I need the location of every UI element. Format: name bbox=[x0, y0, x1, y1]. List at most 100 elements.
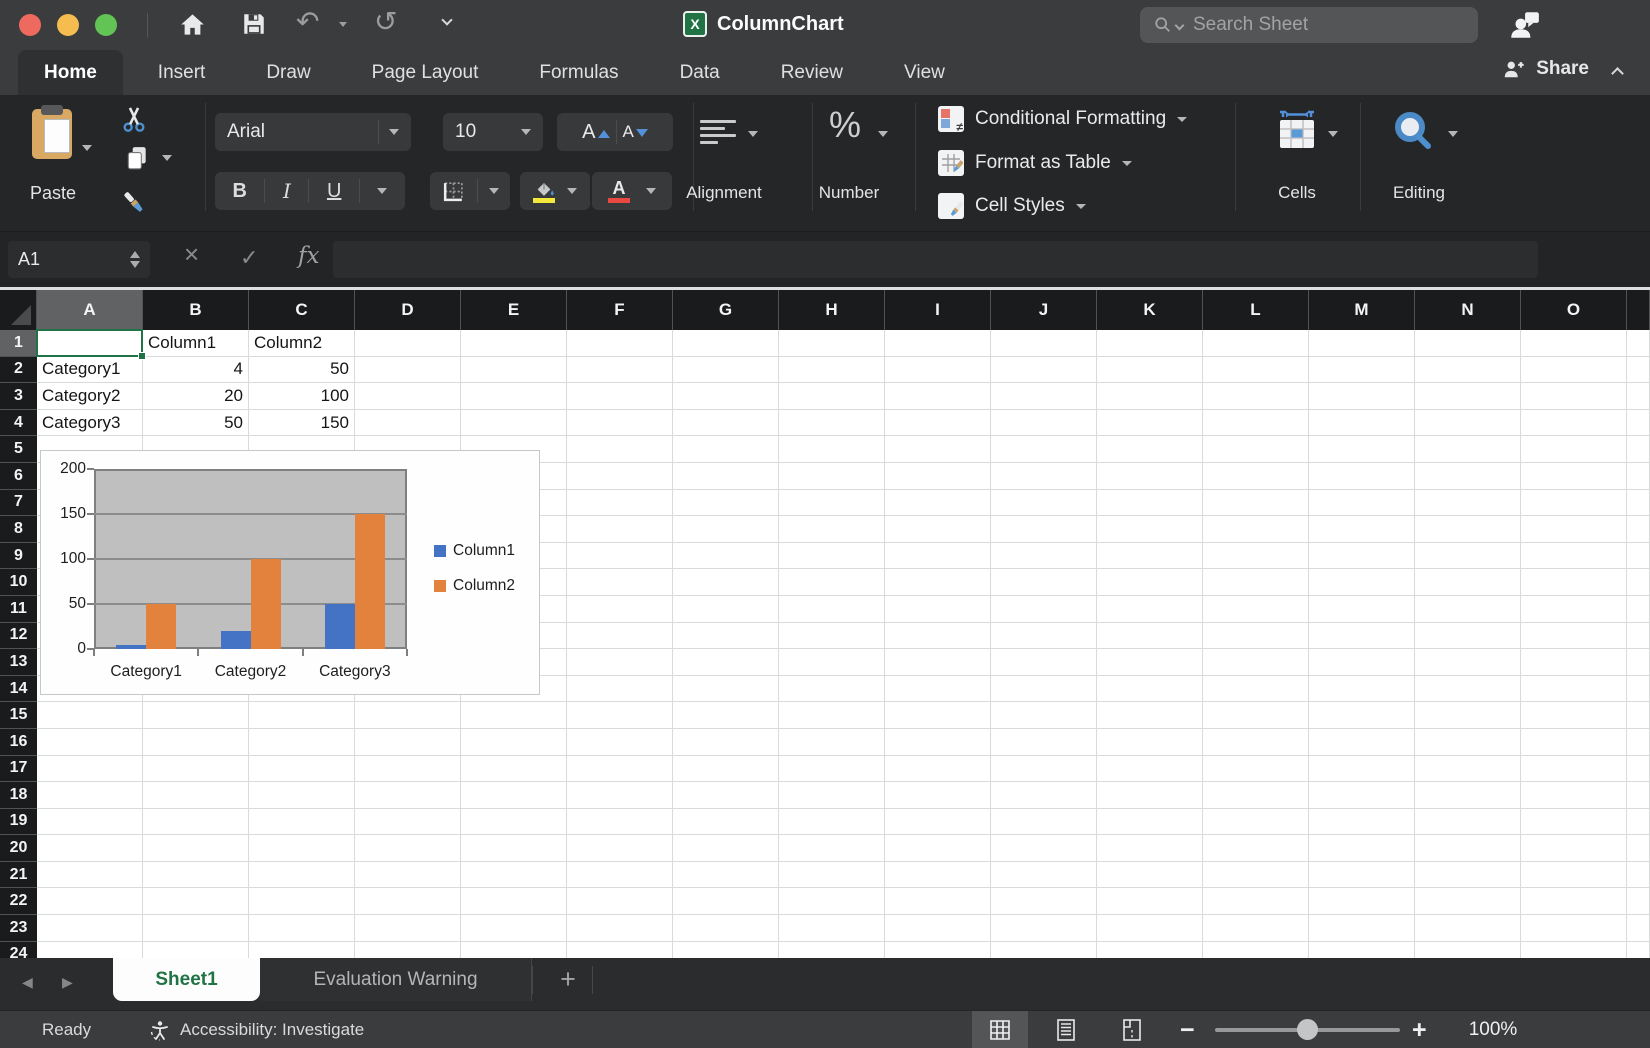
accessibility-status-label[interactable]: Accessibility: Investigate bbox=[180, 1011, 364, 1048]
grid-cell-h10[interactable] bbox=[779, 569, 885, 596]
zoom-in-button[interactable]: + bbox=[1412, 1011, 1427, 1048]
maximize-window-button[interactable] bbox=[95, 14, 117, 36]
cells-group-label[interactable]: Cells bbox=[1247, 183, 1347, 203]
grid-cell-i21[interactable] bbox=[885, 862, 991, 889]
grid-cell-c21[interactable] bbox=[249, 862, 355, 889]
grid-cell-k10[interactable] bbox=[1097, 569, 1203, 596]
grid-cell-l6[interactable] bbox=[1203, 463, 1309, 490]
grid-cell-a21[interactable] bbox=[37, 862, 143, 889]
grid-cell-k12[interactable] bbox=[1097, 623, 1203, 650]
grid-cell-j2[interactable] bbox=[991, 357, 1097, 384]
grid-cell-partial[interactable] bbox=[1627, 357, 1650, 384]
grid-cell-f22[interactable] bbox=[567, 888, 673, 915]
insert-function-icon[interactable]: fx bbox=[298, 242, 319, 270]
grid-cell-j6[interactable] bbox=[991, 463, 1097, 490]
grid-cell-partial[interactable] bbox=[1627, 835, 1650, 862]
alignment-icon[interactable] bbox=[700, 120, 736, 148]
grid-cell-a24[interactable] bbox=[37, 942, 143, 958]
grid-cell-k18[interactable] bbox=[1097, 782, 1203, 809]
grid-cell-partial[interactable] bbox=[1627, 330, 1650, 357]
grid-cell-g10[interactable] bbox=[673, 569, 779, 596]
grid-cell-partial[interactable] bbox=[1627, 942, 1650, 958]
grid-cell-d17[interactable] bbox=[355, 756, 461, 783]
grid-cell-m9[interactable] bbox=[1309, 543, 1415, 570]
grid-cell-i8[interactable] bbox=[885, 516, 991, 543]
grid-cell-o8[interactable] bbox=[1521, 516, 1627, 543]
grid-cell-h9[interactable] bbox=[779, 543, 885, 570]
grid-cell-n22[interactable] bbox=[1415, 888, 1521, 915]
grid-cell-m10[interactable] bbox=[1309, 569, 1415, 596]
grid-cell-j19[interactable] bbox=[991, 809, 1097, 836]
format-as-table-button[interactable]: Format as Table bbox=[938, 145, 1132, 181]
grid-cell-m14[interactable] bbox=[1309, 676, 1415, 703]
grid-cell-d4[interactable] bbox=[355, 410, 461, 437]
grid-cell-f1[interactable] bbox=[567, 330, 673, 357]
row-header-21[interactable]: 21 bbox=[0, 862, 37, 889]
grid-cell-a23[interactable] bbox=[37, 915, 143, 942]
grid-cell-a15[interactable] bbox=[37, 702, 143, 729]
grid-cell-a17[interactable] bbox=[37, 756, 143, 783]
grid-cell-o22[interactable] bbox=[1521, 888, 1627, 915]
grid-cell-o10[interactable] bbox=[1521, 569, 1627, 596]
grid-cell-l7[interactable] bbox=[1203, 490, 1309, 517]
tab-review[interactable]: Review bbox=[755, 50, 869, 95]
grid-cell-o4[interactable] bbox=[1521, 410, 1627, 437]
grid-cell-m13[interactable] bbox=[1309, 649, 1415, 676]
grid-cell-partial[interactable] bbox=[1627, 596, 1650, 623]
grid-cell-e18[interactable] bbox=[461, 782, 567, 809]
grid-cell-m11[interactable] bbox=[1309, 596, 1415, 623]
grid-cell-m22[interactable] bbox=[1309, 888, 1415, 915]
grid-cell-o9[interactable] bbox=[1521, 543, 1627, 570]
grid-cell-c2[interactable]: 50 bbox=[249, 357, 355, 384]
grid-cell-o23[interactable] bbox=[1521, 915, 1627, 942]
grid-cell-i22[interactable] bbox=[885, 888, 991, 915]
grid-cell-g15[interactable] bbox=[673, 702, 779, 729]
grid-cell-i5[interactable] bbox=[885, 436, 991, 463]
grid-cell-e4[interactable] bbox=[461, 410, 567, 437]
grid-cell-n8[interactable] bbox=[1415, 516, 1521, 543]
grid-cell-j18[interactable] bbox=[991, 782, 1097, 809]
column-header-j[interactable]: J bbox=[991, 290, 1097, 330]
grid-cell-e3[interactable] bbox=[461, 383, 567, 410]
grid-cell-g5[interactable] bbox=[673, 436, 779, 463]
enter-icon[interactable]: ✓ bbox=[240, 244, 258, 272]
grid-cell-a2[interactable]: Category1 bbox=[37, 357, 143, 384]
row-header-18[interactable]: 18 bbox=[0, 782, 37, 809]
select-all-corner[interactable] bbox=[0, 290, 37, 330]
grid-cell-l17[interactable] bbox=[1203, 756, 1309, 783]
grid-cell-g14[interactable] bbox=[673, 676, 779, 703]
grid-cell-n19[interactable] bbox=[1415, 809, 1521, 836]
column-header-h[interactable]: H bbox=[779, 290, 885, 330]
grid-cell-i2[interactable] bbox=[885, 357, 991, 384]
grid-cell-l9[interactable] bbox=[1203, 543, 1309, 570]
number-caret[interactable] bbox=[878, 131, 888, 137]
grid-cell-m24[interactable] bbox=[1309, 942, 1415, 958]
grid-cell-j22[interactable] bbox=[991, 888, 1097, 915]
grid-cell-d16[interactable] bbox=[355, 729, 461, 756]
grid-cell-partial[interactable] bbox=[1627, 862, 1650, 889]
grid-cell-b4[interactable]: 50 bbox=[143, 410, 249, 437]
font-size-select[interactable]: 10 bbox=[443, 113, 543, 151]
grid-cell-k22[interactable] bbox=[1097, 888, 1203, 915]
grid-cell-l2[interactable] bbox=[1203, 357, 1309, 384]
row-header-2[interactable]: 2 bbox=[0, 357, 37, 384]
grid-cell-n3[interactable] bbox=[1415, 383, 1521, 410]
grid-cell-c1[interactable]: Column2 bbox=[249, 330, 355, 357]
grid-cell-d20[interactable] bbox=[355, 835, 461, 862]
grid-cell-k5[interactable] bbox=[1097, 436, 1203, 463]
page-break-preview-button[interactable] bbox=[1104, 1011, 1160, 1048]
grid-cell-m12[interactable] bbox=[1309, 623, 1415, 650]
grid-cell-l1[interactable] bbox=[1203, 330, 1309, 357]
grid-cell-o21[interactable] bbox=[1521, 862, 1627, 889]
grid-cell-j12[interactable] bbox=[991, 623, 1097, 650]
grid-cell-k20[interactable] bbox=[1097, 835, 1203, 862]
grid-cell-n24[interactable] bbox=[1415, 942, 1521, 958]
grid-cell-j14[interactable] bbox=[991, 676, 1097, 703]
grid-cell-g6[interactable] bbox=[673, 463, 779, 490]
grid-cell-h2[interactable] bbox=[779, 357, 885, 384]
grid-cell-l24[interactable] bbox=[1203, 942, 1309, 958]
grid-cell-l16[interactable] bbox=[1203, 729, 1309, 756]
grid-cell-o1[interactable] bbox=[1521, 330, 1627, 357]
grid-cell-e22[interactable] bbox=[461, 888, 567, 915]
grid-cell-g19[interactable] bbox=[673, 809, 779, 836]
